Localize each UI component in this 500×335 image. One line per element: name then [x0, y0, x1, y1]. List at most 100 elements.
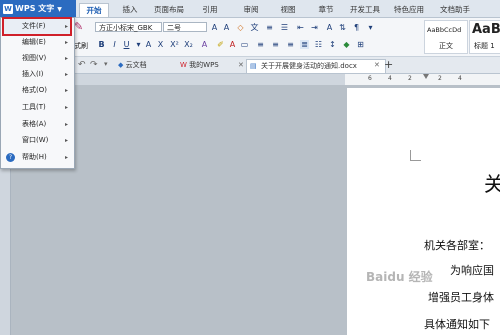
menu-item-table[interactable]: 表格(A) ▸ [4, 117, 70, 132]
justify-icon[interactable]: ≣ [300, 40, 309, 49]
submenu-arrow-icon: ▸ [64, 121, 68, 128]
format-painter-icon[interactable]: ✎ [74, 20, 84, 34]
submenu-arrow-icon: ▸ [64, 55, 68, 62]
shrink-font-icon[interactable]: A [222, 23, 231, 32]
close-icon[interactable]: ✕ [238, 61, 244, 69]
close-icon[interactable]: ✕ [374, 61, 380, 69]
bullets-icon[interactable]: ≡ [265, 23, 274, 32]
redo-icon[interactable]: ↷ [90, 60, 98, 70]
menu-item-label: 插入(I) [22, 70, 44, 78]
wps-tab-icon: W [180, 61, 187, 69]
font-size-select[interactable]: 二号 [163, 22, 207, 32]
align-left-icon[interactable]: ≡ [256, 40, 265, 49]
style-normal-label: 正文 [439, 42, 453, 50]
chinese-layout-icon[interactable]: A [325, 23, 334, 32]
submenu-arrow-icon: ▸ [64, 87, 68, 94]
ruler-number: 2 [438, 75, 442, 82]
more-icon[interactable]: ▾ [366, 23, 375, 32]
strikethrough-icon[interactable]: X [156, 40, 165, 49]
style-heading1-preview: AaBb [472, 22, 500, 37]
text-effect-icon[interactable]: A [200, 40, 209, 49]
tab-page-layout[interactable]: 页面布局 [150, 3, 188, 16]
help-icon: ? [6, 153, 15, 162]
submenu-arrow-icon: ▸ [64, 104, 68, 111]
ruler-number: 4 [458, 75, 462, 82]
tab-references[interactable]: 引用 [197, 3, 223, 16]
menu-item-insert[interactable]: 插入(I) ▸ [4, 67, 70, 82]
font-color-icon[interactable]: A [228, 40, 237, 49]
doc-tab-active[interactable]: ▤ 关于开展健身活动的通知.docx [246, 59, 386, 73]
border-icon[interactable]: ▭ [240, 40, 249, 49]
doc-tab-cloud[interactable]: ◆ 云文档 [118, 59, 168, 72]
submenu-arrow-icon: ▸ [64, 71, 68, 78]
menu-item-edit[interactable]: 编辑(E) ▸ [4, 35, 70, 50]
tab-chapter[interactable]: 章节 [313, 3, 339, 16]
menu-item-label: 帮助(H) [22, 153, 47, 161]
indent-marker[interactable] [423, 74, 429, 79]
menu-item-label: 工具(T) [22, 103, 46, 111]
submenu-arrow-icon: ▸ [64, 137, 68, 144]
doc-tab-mywps-label: 我的WPS [189, 61, 219, 69]
menu-item-label: 表格(A) [22, 120, 47, 128]
menu-item-window[interactable]: 窗口(W) ▸ [4, 133, 70, 148]
indent-icon[interactable]: ⇥ [310, 23, 319, 32]
grow-font-icon[interactable]: A [210, 23, 219, 32]
menu-item-label: 窗口(W) [22, 136, 49, 144]
margin-corner-marker [410, 150, 421, 161]
submenu-arrow-icon: ▸ [64, 39, 68, 46]
tab-view[interactable]: 视图 [275, 3, 301, 16]
bold-icon[interactable]: B [97, 40, 106, 49]
font-effect-icon[interactable]: A [144, 40, 153, 49]
app-name: WPS 文字 [15, 4, 55, 13]
italic-icon[interactable]: I [110, 40, 119, 49]
new-tab-icon[interactable]: + [384, 58, 393, 71]
numbering-icon[interactable]: ☰ [280, 23, 289, 32]
font-name-select[interactable]: 方正小标宋_GBK [95, 22, 162, 32]
doc-title: 关 [484, 172, 500, 196]
line-spacing-icon[interactable]: ↕ [328, 40, 337, 49]
doc-tab-mywps[interactable]: W 我的WPS [180, 59, 238, 72]
phonetic-icon[interactable]: 文 [250, 23, 259, 32]
menu-item-tools[interactable]: 工具(T) ▸ [4, 100, 70, 115]
menu-item-file[interactable]: 文件(F) ▸ [2, 17, 72, 36]
underline-icon[interactable]: U [122, 40, 131, 49]
show-marks-icon[interactable]: ¶ [352, 23, 361, 32]
distribute-icon[interactable]: ☷ [314, 40, 323, 49]
style-heading1[interactable]: AaBb 标题 1 [469, 20, 500, 54]
align-center-icon[interactable]: ≡ [271, 40, 280, 49]
subscript-icon[interactable]: X₂ [184, 40, 193, 49]
align-right-icon[interactable]: ≡ [286, 40, 295, 49]
ruler-number: 2 [408, 75, 412, 82]
outdent-icon[interactable]: ⇤ [296, 23, 305, 32]
wps-logo-icon: W [3, 3, 13, 14]
menu-item-help[interactable]: ? 帮助(H) ▸ [4, 150, 70, 165]
clear-format-icon[interactable]: ◇ [236, 23, 245, 32]
tab-home[interactable]: 开始 [79, 3, 109, 17]
underline-dropdown-icon[interactable]: ▾ [134, 40, 143, 49]
highlight-icon[interactable]: ✐ [216, 40, 225, 49]
sort-icon[interactable]: ⇅ [338, 23, 347, 32]
tab-developer[interactable]: 开发工具 [348, 3, 382, 16]
watermark: Baidu 经验 [366, 270, 433, 284]
doc-line-4: 具体通知如下 [424, 318, 490, 331]
doc-tab-cloud-label: 云文档 [125, 61, 147, 69]
vertical-ruler[interactable] [0, 166, 11, 335]
paragraph-border-icon[interactable]: ⊞ [356, 40, 365, 49]
tab-doc-assistant[interactable]: 文档助手 [436, 3, 474, 16]
tab-special[interactable]: 特色应用 [392, 3, 426, 16]
menu-item-view[interactable]: 视图(V) ▸ [4, 51, 70, 66]
chevron-down-icon[interactable]: ▾ [104, 60, 108, 68]
undo-icon[interactable]: ↶ [78, 60, 86, 70]
menu-item-format[interactable]: 格式(O) ▸ [4, 83, 70, 98]
doc-line-1: 机关各部室： [424, 239, 490, 252]
tab-insert[interactable]: 插入 [117, 3, 143, 16]
chevron-down-icon: ▼ [57, 6, 62, 13]
shading-icon[interactable]: ◆ [342, 40, 351, 49]
tab-review[interactable]: 审阅 [238, 3, 264, 16]
ruler-number: 4 [388, 75, 392, 82]
wps-app-button[interactable]: W WPS 文字 ▼ [0, 0, 76, 17]
style-normal[interactable]: AaBbCcDd 正文 [424, 20, 468, 54]
menu-item-label: 编辑(E) [22, 38, 46, 46]
style-normal-preview: AaBbCcDd [427, 26, 462, 34]
superscript-icon[interactable]: X² [170, 40, 179, 49]
